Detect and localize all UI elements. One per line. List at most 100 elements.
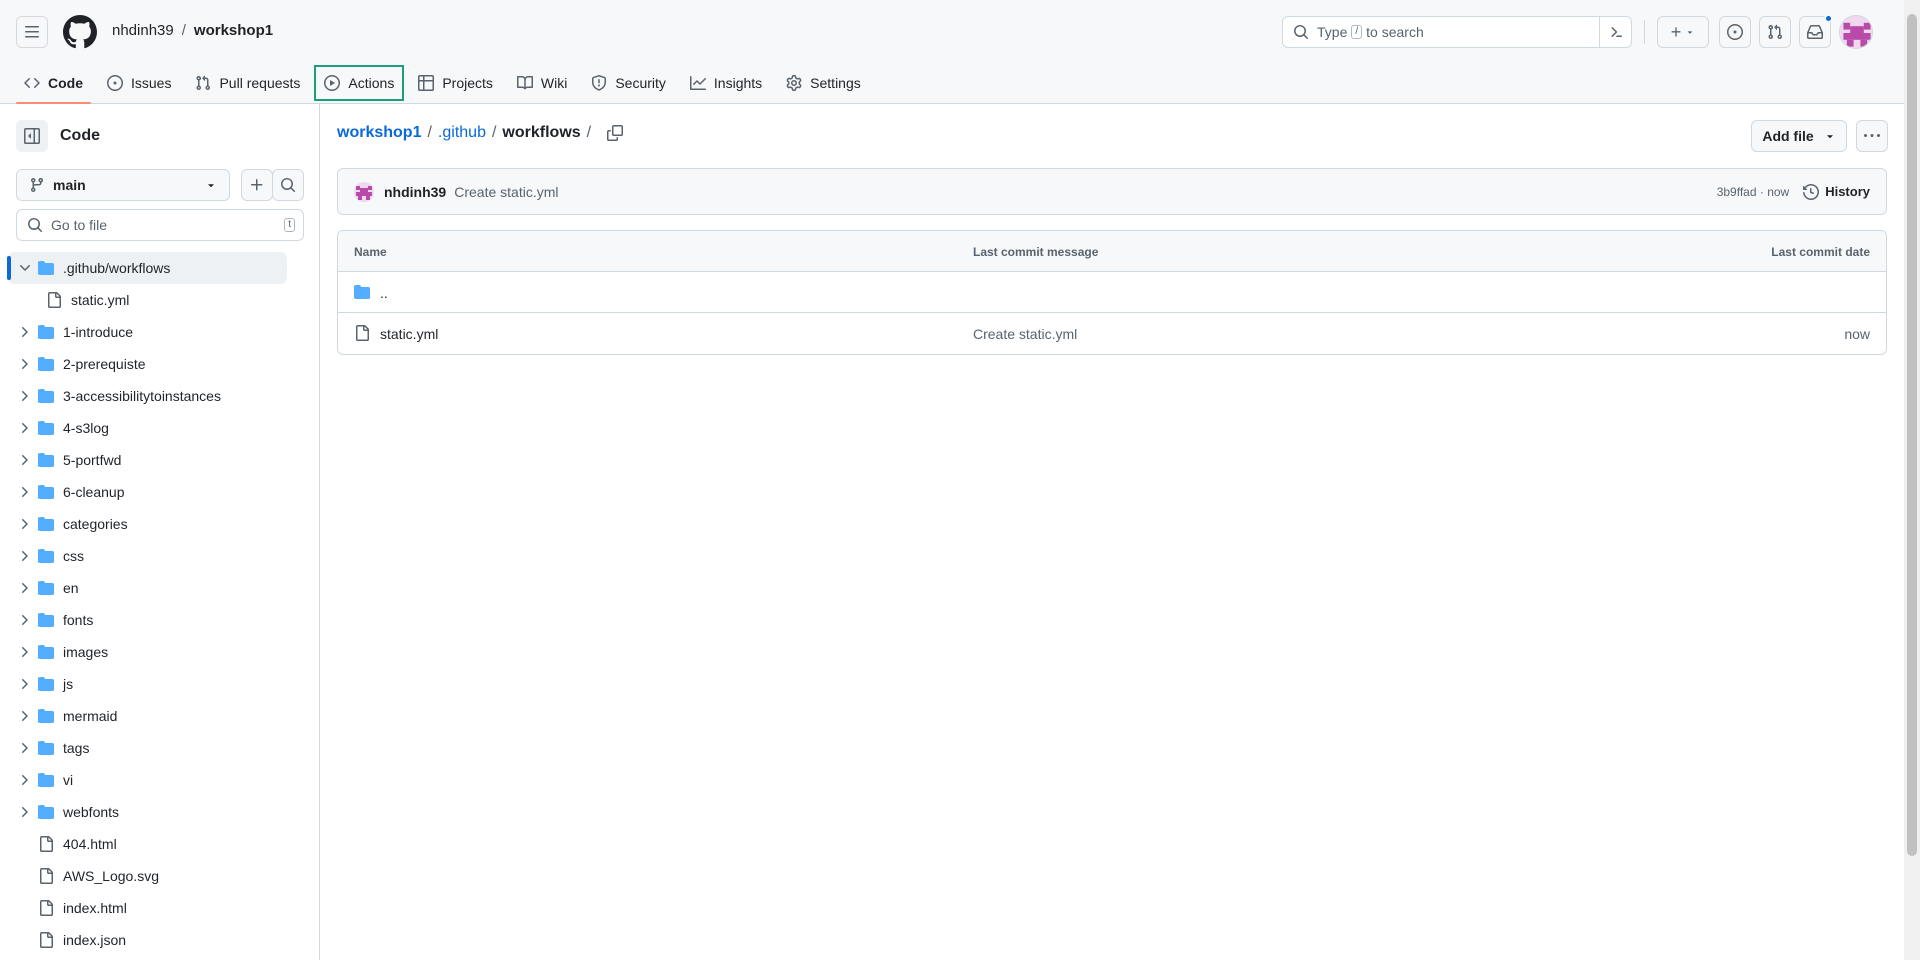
sidebar-tree-item[interactable]: images [0,636,320,668]
chevron-right-icon[interactable] [16,516,32,532]
sidebar-tree-item[interactable]: 6-cleanup [0,476,320,508]
file-icon [40,932,53,948]
git-pull-request-icon [196,75,211,91]
chevron-right-icon[interactable] [16,580,32,596]
add-file-icon-button[interactable] [241,169,273,201]
file-icon [40,868,53,884]
search-repo-button[interactable] [272,169,304,201]
table-row[interactable]: static.yml Create static.yml now [338,313,1886,354]
gear-icon [786,75,802,91]
copy-path-button[interactable] [607,125,624,141]
sidebar-tree-item[interactable]: webfonts [0,796,320,828]
sidebar-tree-item[interactable]: tags [0,732,320,764]
inbox-icon [1807,25,1823,39]
commit-author-avatar[interactable] [354,181,374,202]
tab-security[interactable]: Security [583,67,674,99]
sidebar-tree-item[interactable]: vi [0,764,320,796]
chevron-right-icon[interactable] [16,388,32,404]
chevron-right-icon[interactable] [16,452,32,468]
tab-insights[interactable]: Insights [682,67,770,99]
chevron-right-icon[interactable] [16,676,32,692]
chevron-right-icon[interactable] [16,740,32,756]
scrollbar-thumb[interactable] [1907,14,1917,856]
tree-item-label: 3-accessibilitytoinstances [63,388,221,404]
sidebar-expand-icon [24,128,40,144]
unread-notification-dot [1824,14,1833,23]
chevron-right-icon[interactable] [16,804,32,820]
sidebar-tree-item[interactable]: index.json [0,924,320,956]
page-scrollbar[interactable] [1904,0,1920,960]
sidebar-tree-item[interactable]: fonts [0,604,320,636]
tab-label: Projects [442,75,493,91]
tab-projects[interactable]: Projects [410,67,501,99]
chevron-right-icon[interactable] [16,484,32,500]
code-icon [24,77,40,89]
github-logo-icon[interactable] [63,15,97,49]
more-options-button[interactable] [1856,120,1888,152]
sidebar-tree-item[interactable]: 4-s3log [0,412,320,444]
tab-settings[interactable]: Settings [778,67,869,99]
chevron-right-icon[interactable] [16,324,32,340]
path-separator: / [181,22,186,39]
hamburger-menu-button[interactable] [16,16,48,48]
sidebar-tree-item[interactable]: 404.html [0,828,320,860]
chevron-right-icon[interactable] [16,356,32,372]
row-name[interactable]: static.yml [380,326,438,342]
sidebar-tree-item[interactable]: js [0,668,320,700]
sidebar-tree-item[interactable]: en [0,572,320,604]
repo-owner-link[interactable]: nhdinh39 [112,22,174,39]
tab-code[interactable]: Code [16,67,91,104]
tab-pull-requests[interactable]: Pull requests [187,67,308,99]
sidebar-tree-item[interactable]: 3-accessibilitytoinstances [0,380,320,412]
create-new-button[interactable]: + [1657,16,1709,48]
identicon-icon [354,181,374,202]
global-search-input[interactable]: Type / to search [1282,16,1632,48]
chevron-right-icon[interactable] [16,548,32,564]
go-to-file-input[interactable]: Go to file t [16,209,304,241]
terminal-icon [1610,27,1622,37]
chevron-right-icon[interactable] [16,420,32,436]
tree-item-label: 4-s3log [63,420,109,436]
tab-wiki[interactable]: Wiki [509,67,575,99]
row-commit-message[interactable]: Create static.yml [973,326,1077,342]
history-button[interactable]: History [1803,183,1870,200]
file-tree: .github/workflows static.yml 1-introduce 2-… [0,252,320,956]
add-file-button[interactable]: Add file [1751,120,1847,152]
repo-name-link[interactable]: workshop1 [194,22,273,39]
sidebar-tree-item[interactable]: 5-portfwd [0,444,320,476]
folder-icon [354,285,370,299]
tab-issues[interactable]: Issues [99,67,179,99]
your-issues-button[interactable] [1719,16,1751,48]
sidebar-tree-item[interactable]: AWS_Logo.svg [0,860,320,892]
row-name[interactable]: .. [380,285,388,301]
collapse-sidebar-button[interactable] [16,120,48,152]
branch-selector[interactable]: main [16,169,230,201]
sidebar-tree-item[interactable]: css [0,540,320,572]
sidebar-tree-item[interactable]: 1-introduce [0,316,320,348]
chevron-right-icon[interactable] [16,708,32,724]
chevron-down-icon[interactable] [17,260,33,276]
sidebar-tree-item[interactable]: 2-prerequiste [0,348,320,380]
your-pull-requests-button[interactable] [1759,16,1791,48]
sidebar-tree-item[interactable]: index.html [0,892,320,924]
command-palette-button[interactable] [1599,17,1631,47]
tree-item-label: index.json [63,932,127,948]
sidebar-tree-item[interactable]: static.yml [0,284,320,316]
commit-sha-time[interactable]: 3b9ffad · now [1717,185,1790,199]
sidebar-tree-item[interactable]: mermaid [0,700,320,732]
folder-icon [38,485,54,499]
table-row-parent-dir[interactable]: .. [338,272,1886,313]
sidebar-tree-item[interactable]: .github/workflows [7,252,287,284]
chevron-right-icon[interactable] [16,644,32,660]
breadcrumb-github-link[interactable]: .github [438,124,486,142]
commit-author-link[interactable]: nhdinh39 [384,184,446,200]
history-icon [1803,183,1820,200]
chevron-right-icon[interactable] [16,772,32,788]
tab-actions[interactable]: Actions [314,65,405,101]
tab-label: Actions [348,75,395,91]
sidebar-tree-item[interactable]: categories [0,508,320,540]
breadcrumb-repo-link[interactable]: workshop1 [337,124,421,142]
chevron-right-icon[interactable] [16,612,32,628]
commit-message-link[interactable]: Create static.yml [454,184,558,200]
user-avatar[interactable] [1839,15,1873,49]
